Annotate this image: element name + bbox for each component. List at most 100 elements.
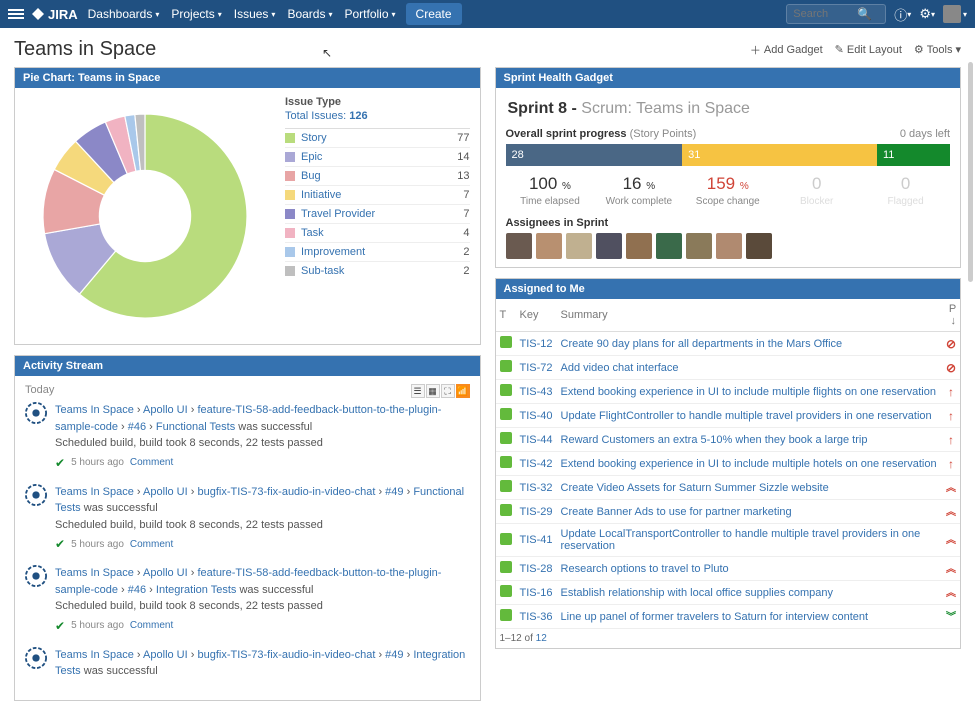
assignee-avatar[interactable]	[566, 233, 592, 259]
add-gadget-button[interactable]: ＋ Add Gadget	[750, 42, 823, 58]
sprint-health-panel: Sprint Health Gadget Sprint 8 - Scrum: T…	[495, 67, 962, 268]
issue-type-icon	[500, 384, 512, 396]
issue-row[interactable]: TIS-43 Extend booking experience in UI t…	[496, 380, 961, 404]
priority-high-icon: ↑	[948, 433, 954, 447]
assignee-avatar[interactable]	[656, 233, 682, 259]
priority-highest-icon: ︽	[946, 535, 956, 546]
comment-link[interactable]: Comment	[130, 537, 173, 552]
assignee-avatar[interactable]	[746, 233, 772, 259]
user-avatar[interactable]	[943, 5, 961, 23]
progress-segment: 31	[682, 144, 877, 166]
activity-item: Teams In Space › Apollo UI › bugfix-TIS-…	[25, 484, 470, 554]
legend-row[interactable]: Improvement2	[285, 242, 470, 261]
issue-summary[interactable]: Reward Customers an extra 5-10% when the…	[561, 434, 868, 446]
issue-key[interactable]: TIS-44	[520, 434, 553, 446]
assignee-avatar[interactable]	[716, 233, 742, 259]
nav-boards[interactable]: Boards▾	[287, 7, 332, 21]
issue-row[interactable]: TIS-42 Extend booking experience in UI t…	[496, 452, 961, 476]
issue-key[interactable]: TIS-41	[520, 534, 553, 546]
assignee-avatar[interactable]	[536, 233, 562, 259]
pie-chart-panel: Pie Chart: Teams in Space Issue Type Tot…	[14, 67, 481, 345]
priority-blocker-icon: ⊘	[946, 361, 956, 375]
search-input[interactable]	[793, 8, 853, 20]
issue-key[interactable]: TIS-36	[520, 611, 553, 623]
view-grid-icon[interactable]: ▦	[426, 384, 440, 398]
nav-issues[interactable]: Issues▾	[234, 7, 276, 21]
issue-key[interactable]: TIS-32	[520, 482, 553, 494]
nav-portfolio[interactable]: Portfolio▾	[344, 7, 395, 21]
jira-logo[interactable]: JIRA	[32, 7, 78, 22]
legend-row[interactable]: Task4	[285, 223, 470, 242]
legend-row[interactable]: Epic14	[285, 147, 470, 166]
issue-summary[interactable]: Establish relationship with local office…	[561, 587, 834, 599]
settings-icon[interactable]: ⚙	[919, 6, 931, 22]
issue-row[interactable]: TIS-29 Create Banner Ads to use for part…	[496, 500, 961, 524]
pie-chart-header: Pie Chart: Teams in Space	[15, 68, 480, 88]
issue-key[interactable]: TIS-16	[520, 587, 553, 599]
legend-row[interactable]: Story77	[285, 128, 470, 147]
assignee-avatar[interactable]	[506, 233, 532, 259]
assignee-avatar[interactable]	[626, 233, 652, 259]
hamburger-icon[interactable]	[8, 9, 24, 19]
activity-stream-panel: Activity Stream ☰ ▦ ⛶ 📶 Today Teams In S…	[14, 355, 481, 701]
issue-row[interactable]: TIS-28 Research options to travel to Plu…	[496, 557, 961, 581]
view-list-icon[interactable]: ☰	[411, 384, 425, 398]
issue-summary[interactable]: Create 90 day plans for all departments …	[561, 338, 843, 350]
issue-summary[interactable]: Line up panel of former travelers to Sat…	[561, 611, 869, 623]
progress-bar: 283111	[506, 144, 951, 166]
help-icon[interactable]: ⓘ	[894, 5, 907, 24]
issue-row[interactable]: TIS-40 Update FlightController to handle…	[496, 404, 961, 428]
legend-row[interactable]: Sub-task2	[285, 261, 470, 280]
success-icon: ✔	[55, 535, 65, 553]
issue-row[interactable]: TIS-32 Create Video Assets for Saturn Su…	[496, 476, 961, 500]
issue-key[interactable]: TIS-28	[520, 563, 553, 575]
activity-date-label: Today	[25, 384, 470, 396]
view-full-icon[interactable]: ⛶	[441, 384, 455, 398]
issue-summary[interactable]: Add video chat interface	[561, 362, 679, 374]
issue-key[interactable]: TIS-40	[520, 410, 553, 422]
issue-row[interactable]: TIS-12 Create 90 day plans for all depar…	[496, 332, 961, 356]
issue-summary[interactable]: Research options to travel to Pluto	[561, 563, 729, 575]
issue-key[interactable]: TIS-12	[520, 338, 553, 350]
activity-header: Activity Stream	[15, 356, 480, 376]
legend-row[interactable]: Travel Provider7	[285, 204, 470, 223]
nav-projects[interactable]: Projects▾	[171, 7, 221, 21]
pie-legend: Issue Type Total Issues: 126 Story77Epic…	[285, 96, 470, 336]
issue-summary[interactable]: Update FlightController to handle multip…	[561, 410, 932, 422]
comment-link[interactable]: Comment	[130, 618, 173, 633]
issue-row[interactable]: TIS-41 Update LocalTransportController t…	[496, 524, 961, 557]
create-button[interactable]: Create	[406, 3, 462, 25]
issue-summary[interactable]: Create Banner Ads to use for partner mar…	[561, 506, 792, 518]
issue-key[interactable]: TIS-42	[520, 458, 553, 470]
priority-highest-icon: ︽	[946, 564, 956, 575]
search-box[interactable]: 🔍	[786, 4, 886, 24]
assignee-avatar[interactable]	[596, 233, 622, 259]
scrollbar[interactable]	[968, 62, 973, 282]
issue-row[interactable]: TIS-16 Establish relationship with local…	[496, 581, 961, 605]
assigned-to-me-panel: Assigned to Me T Key Summary P ↓ TIS-12 …	[495, 278, 962, 649]
pie-chart	[25, 96, 265, 336]
issue-key[interactable]: TIS-72	[520, 362, 553, 374]
legend-row[interactable]: Initiative7	[285, 185, 470, 204]
issue-key[interactable]: TIS-29	[520, 506, 553, 518]
rss-icon[interactable]: 📶	[456, 384, 470, 398]
comment-link[interactable]: Comment	[130, 455, 173, 470]
assignee-avatar[interactable]	[686, 233, 712, 259]
issue-summary[interactable]: Extend booking experience in UI to inclu…	[561, 386, 936, 398]
issue-key[interactable]: TIS-43	[520, 386, 553, 398]
issue-row[interactable]: TIS-72 Add video chat interface ⊘	[496, 356, 961, 380]
sprint-stat: 16 %Work complete	[594, 174, 683, 207]
priority-highest-icon: ︽	[946, 483, 956, 494]
build-icon	[25, 565, 47, 587]
edit-layout-button[interactable]: ✎ Edit Layout	[835, 42, 902, 58]
issue-row[interactable]: TIS-44 Reward Customers an extra 5-10% w…	[496, 428, 961, 452]
issue-summary[interactable]: Extend booking experience in UI to inclu…	[561, 458, 937, 470]
priority-high-icon: ↑	[948, 457, 954, 471]
issue-summary[interactable]: Create Video Assets for Saturn Summer Si…	[561, 482, 829, 494]
issue-summary[interactable]: Update LocalTransportController to handl…	[561, 528, 921, 552]
issue-row[interactable]: TIS-36 Line up panel of former travelers…	[496, 605, 961, 629]
nav-dashboards[interactable]: Dashboards▾	[88, 7, 160, 21]
tools-button[interactable]: ⚙ Tools ▾	[914, 42, 961, 58]
legend-row[interactable]: Bug13	[285, 166, 470, 185]
activity-view-toggles: ☰ ▦ ⛶ 📶	[411, 384, 470, 398]
